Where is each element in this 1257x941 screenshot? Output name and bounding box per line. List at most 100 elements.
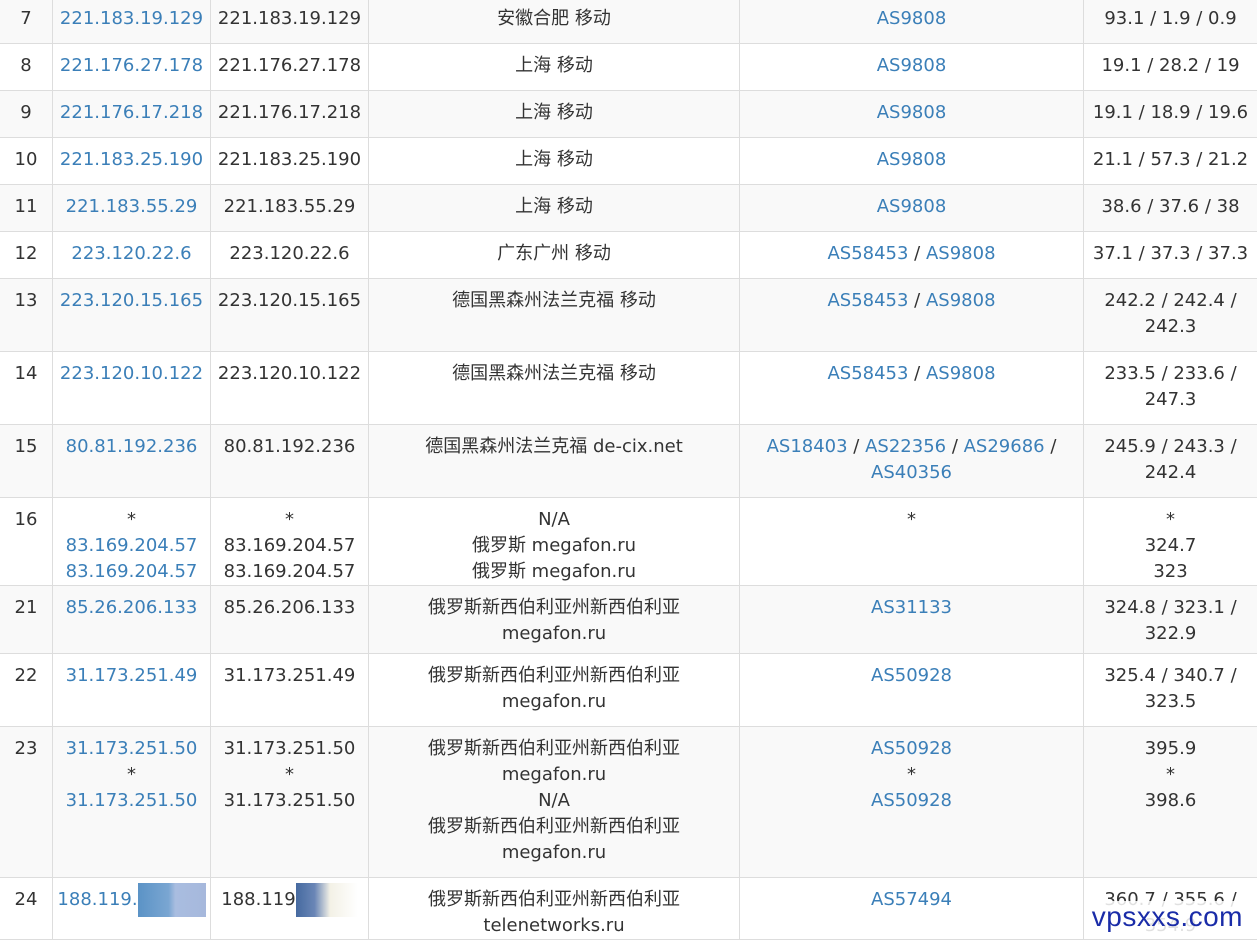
asn-cell: AS9808 (739, 43, 1084, 91)
ip-address: 221.183.19.129 (217, 8, 362, 29)
asn-link[interactable]: AS50928 (871, 665, 952, 686)
asn-line: AS9808 (742, 147, 1081, 173)
location-text: megafon.ru (501, 691, 607, 712)
latency-text: * (1166, 509, 1175, 530)
asn-link[interactable]: AS31133 (871, 597, 952, 618)
hop-number-cell: 8 (0, 43, 53, 91)
ip-link[interactable]: 80.81.192.236 (55, 434, 208, 460)
latency-text: 93.1 / 1.9 / 0.9 (1104, 8, 1237, 29)
asn-separator: / (946, 436, 964, 457)
hop-number: 22 (14, 665, 38, 686)
ip-cell: 31.173.251.50 * 31.173.251.50 (210, 726, 369, 878)
ip-link[interactable]: 223.120.10.122 (55, 361, 208, 387)
asn-separator: / (908, 290, 926, 311)
asn-link[interactable]: AS9808 (877, 196, 947, 217)
asn-link[interactable]: AS9808 (877, 55, 947, 76)
asn-cell: AS9808 (739, 90, 1084, 138)
location-text: 广东广州 移动 (497, 243, 611, 264)
asn-cell: AS57494 (739, 877, 1084, 940)
hop-row: 8 221.176.27.178 221.176.27.178 上海 移动 AS9808… (0, 43, 1257, 91)
ip-link[interactable]: 221.183.19.129 (55, 6, 208, 32)
asn-line: AS9808 (742, 53, 1081, 79)
asn-link[interactable]: AS50928 (742, 788, 1081, 814)
location-cell: 俄罗斯新西伯利亚州新西伯利亚 megafon.ru N/A 俄罗斯新西伯利亚州新西伯利… (368, 726, 740, 878)
location-text: 德国黑森州法兰克福 移动 (452, 363, 656, 384)
asn-link[interactable]: AS9808 (926, 290, 996, 311)
location-text: megafon.ru (501, 623, 607, 644)
latency-text: 245.9 / 243.3 / (1104, 436, 1237, 457)
asn-link[interactable]: AS9808 (877, 102, 947, 123)
asn-cell: AS50928 * AS50928 (739, 726, 1084, 878)
ip-link[interactable]: 221.183.25.190 (55, 147, 208, 173)
location-cell: 德国黑森州法兰克福 移动 (368, 351, 740, 425)
hop-number-cell: 22 (0, 653, 53, 727)
latency-text: 323 (1153, 561, 1188, 582)
ip-link[interactable]: 221.176.27.178 (55, 53, 208, 79)
ip-link[interactable]: 31.173.251.50 (55, 736, 208, 762)
asn-link[interactable]: AS58453 (827, 290, 908, 311)
ip-link[interactable]: 31.173.251.49 (55, 663, 208, 689)
asn-cell: AS58453 / AS9808 (739, 231, 1084, 279)
latency-cell: 242.2 / 242.4 / 242.3 (1083, 278, 1257, 352)
asn-link[interactable]: AS22356 (865, 436, 946, 457)
ip-address: 188.119 (221, 889, 296, 910)
ip-link[interactable]: 223.120.15.165 (55, 288, 208, 314)
ip-link[interactable]: 221.176.17.218 (55, 100, 208, 126)
location-text: 俄罗斯新西伯利亚州新西伯利亚 (428, 816, 680, 837)
location-text: N/A (538, 509, 570, 530)
asn-link[interactable]: AS9808 (877, 149, 947, 170)
hop-number: 24 (14, 889, 38, 910)
ip-link[interactable]: 31.173.251.50 (55, 788, 208, 814)
hop-number-cell: 11 (0, 184, 53, 232)
hop-number-cell: 10 (0, 137, 53, 185)
missing-hop-marker: * (285, 509, 294, 530)
ip-link[interactable]: 188.119. (57, 887, 137, 913)
latency-text: 242.2 / 242.4 / (1104, 290, 1237, 311)
asn-link[interactable]: AS50928 (742, 736, 1081, 762)
latency-text: 242.4 (1144, 462, 1197, 483)
asn-link[interactable]: AS57494 (871, 889, 952, 910)
ip-link-cell: 221.176.17.218 (52, 90, 211, 138)
latency-text: 233.5 / 233.6 / (1104, 363, 1237, 384)
ip-link[interactable]: 85.26.206.133 (55, 595, 208, 621)
ip-link[interactable]: 83.169.204.57 (55, 559, 208, 585)
asn-link[interactable]: AS9808 (877, 8, 947, 29)
hop-number-cell: 7 (0, 0, 53, 44)
hop-row: 24 188.119. 188.119 俄罗斯新西伯利亚州新西伯利亚 telenetwo… (0, 877, 1257, 940)
asn-link[interactable]: AS18403 (767, 436, 848, 457)
asn-link[interactable]: AS58453 (827, 363, 908, 384)
ip-link[interactable]: 223.120.22.6 (55, 241, 208, 267)
hop-row: 10 221.183.25.190 221.183.25.190 上海 移动 AS980… (0, 137, 1257, 185)
ip-link[interactable]: 83.169.204.57 (55, 533, 208, 559)
hop-number: 12 (14, 243, 38, 264)
latency-text: 325.4 / 340.7 / (1104, 665, 1237, 686)
hop-row: 16 * 83.169.204.57 83.169.204.57 * 83.169.204… (0, 497, 1257, 586)
hop-row: 13 223.120.15.165 223.120.15.165 德国黑森州法兰克福 … (0, 278, 1257, 352)
asn-link[interactable]: AS58453 (827, 243, 908, 264)
latency-text: 398.6 (1144, 790, 1197, 811)
asn-link[interactable]: AS9808 (926, 243, 996, 264)
asn-separator: / (908, 243, 926, 264)
location-text: 俄罗斯 megafon.ru (471, 561, 637, 582)
hop-number: 7 (20, 8, 32, 29)
latency-text: * (1166, 764, 1175, 785)
location-cell: 安徽合肥 移动 (368, 0, 740, 44)
ip-link[interactable]: 221.183.55.29 (55, 194, 208, 220)
latency-cell: 395.9 * 398.6 (1083, 726, 1257, 878)
latency-cell: 38.6 / 37.6 / 38 (1083, 184, 1257, 232)
asn-link[interactable]: AS40356 (871, 462, 952, 483)
asn-link[interactable]: AS29686 (964, 436, 1045, 457)
asn-line: AS9808 (742, 6, 1081, 32)
latency-text: 395.9 (1144, 738, 1197, 759)
location-cell: N/A 俄罗斯 megafon.ru 俄罗斯 megafon.ru (368, 497, 740, 586)
latency-cell: 233.5 / 233.6 / 247.3 (1083, 351, 1257, 425)
ip-link-cell: 188.119. (52, 877, 211, 940)
hop-number-cell: 14 (0, 351, 53, 425)
ip-cell: 221.176.27.178 (210, 43, 369, 91)
location-text: 上海 移动 (515, 149, 593, 170)
asn-link[interactable]: AS9808 (926, 363, 996, 384)
location-cell: 德国黑森州法兰克福 de-cix.net (368, 424, 740, 498)
location-text: 上海 移动 (515, 55, 593, 76)
traceroute-table: 7 221.183.19.129 221.183.19.129 安徽合肥 移动 AS98… (0, 0, 1257, 940)
ip-address: 223.120.10.122 (217, 363, 362, 384)
